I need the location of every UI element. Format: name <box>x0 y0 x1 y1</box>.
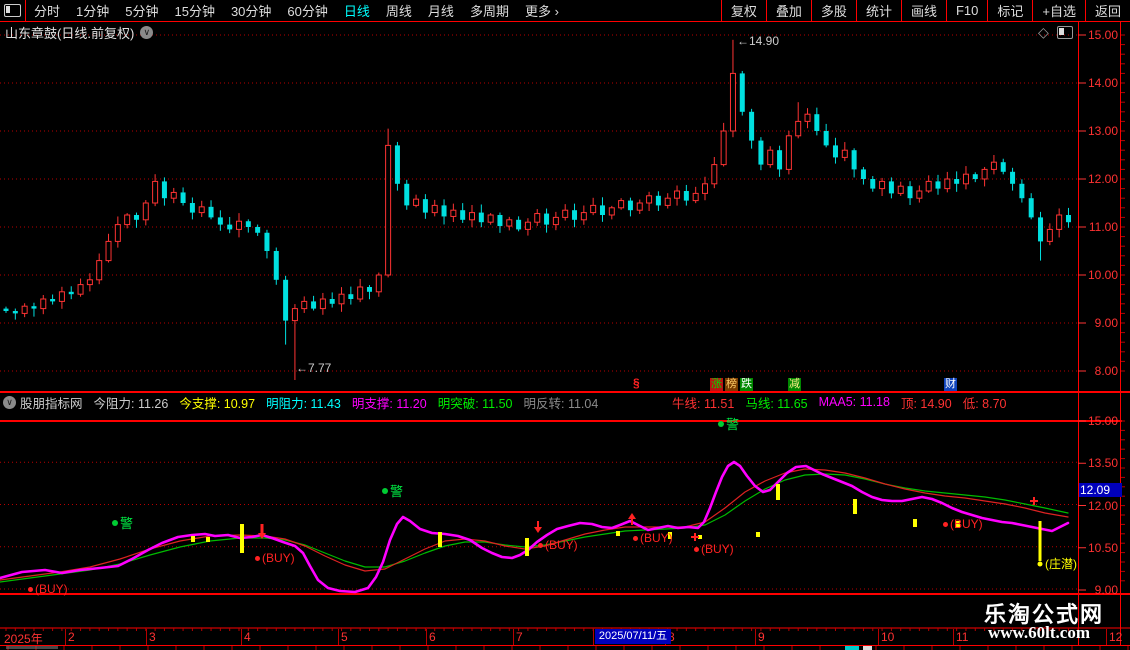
chart-title: 山东章鼓(日线.前复权) <box>5 23 134 42</box>
main-axis-label: 13.00 <box>1080 124 1118 138</box>
indicator-axis-label: 15.00 <box>1080 414 1118 428</box>
corner-icons: ◇ <box>1038 24 1073 41</box>
period-tab-4[interactable]: 30分钟 <box>223 1 279 20</box>
period-tab-0[interactable]: 分时 <box>26 1 68 20</box>
main-axis-label: 14.00 <box>1080 76 1118 90</box>
main-axis-label: 8.00 <box>1080 364 1118 378</box>
toolbar-action-4[interactable]: 画线 <box>901 0 946 21</box>
period-tab-2[interactable]: 5分钟 <box>117 1 166 20</box>
indicator-right-value-0: 牛线: 11.51 <box>672 393 734 412</box>
top-toolbar: 分时1分钟5分钟15分钟30分钟60分钟日线周线月线多周期更多 › 复权叠加多股… <box>0 0 1130 22</box>
time-axis-label-5: 6 <box>429 630 436 644</box>
indicator-value-4: 明支撑: 11.20 <box>352 393 427 412</box>
indicator-value-1: 今阻力: 11.26 <box>94 393 169 412</box>
chevron-down-icon[interactable]: ∨ <box>140 26 153 39</box>
main-axis-label: 10.00 <box>1080 268 1118 282</box>
period-tab-7[interactable]: 周线 <box>378 1 420 20</box>
divider-badge[interactable]: 涨 <box>710 378 723 391</box>
indicator-value-5: 明突破: 11.50 <box>438 393 513 412</box>
diamond-icon[interactable]: ◇ <box>1038 24 1049 41</box>
indicator-axis-label: 10.50 <box>1080 541 1118 555</box>
indicator-value-3: 明阻力: 11.43 <box>266 393 341 412</box>
section-symbol: § <box>633 376 640 390</box>
main-gridlines <box>0 35 1078 589</box>
indicator-header-right: 牛线: 11.51 马线: 11.65 MAA5: 11.18 顶: 14.90 低: … <box>672 394 1017 410</box>
main-axis-label: 11.00 <box>1080 220 1118 234</box>
period-tab-10[interactable]: 更多 › <box>517 1 567 20</box>
indicator-right-value-3: 顶: 14.90 <box>901 393 952 412</box>
time-axis-label-10: 11 <box>956 630 968 644</box>
frame-lines <box>0 22 1130 646</box>
time-axis-label-6: 7 <box>516 630 523 644</box>
indicator-value-2: 今支撑: 10.97 <box>179 393 255 412</box>
indicator-header-left: ∨ 股朋指标网今阻力: 11.26 今支撑: 10.97 明阻力: 11.43 明支撑… <box>3 394 609 410</box>
selected-date-badge: 2025/07/11/五 <box>595 629 671 644</box>
indicator-axis-label: 13.50 <box>1080 456 1118 470</box>
main-axis-label: 12.00 <box>1080 172 1118 186</box>
time-axis-label-8: 9 <box>758 630 765 644</box>
time-axis-label-0: 2025年 <box>4 630 43 647</box>
indicator-right-value-2: MAA5: 11.18 <box>819 395 890 409</box>
app-window: 分时1分钟5分钟15分钟30分钟60分钟日线周线月线多周期更多 › 复权叠加多股… <box>0 0 1130 650</box>
toolbar-action-6[interactable]: 标记 <box>987 0 1032 21</box>
panel-toggle-icon[interactable] <box>1057 26 1073 39</box>
candlestick-series <box>4 40 1071 380</box>
indicator-right-value-1: 马线: 11.65 <box>745 393 807 412</box>
watermark-url: www.60lt.com <box>988 623 1090 643</box>
indicator-axis-label: 12.00 <box>1080 499 1118 513</box>
toolbar-action-1[interactable]: 叠加 <box>766 0 811 21</box>
divider-badge[interactable]: 财 <box>944 378 957 391</box>
toolbar-action-2[interactable]: 多股 <box>811 0 856 21</box>
indicator-name: 股朋指标网 <box>20 393 83 412</box>
series-牛线-red <box>0 469 1068 580</box>
chart-graphics <box>0 0 1130 650</box>
indicator-last-value-badge: 12.09 <box>1079 483 1122 497</box>
toolbar-action-5[interactable]: F10 <box>946 0 987 21</box>
period-tab-5[interactable]: 60分钟 <box>279 1 335 20</box>
period-tab-9[interactable]: 多周期 <box>462 1 517 20</box>
divider-badge[interactable]: 跌 <box>740 378 753 391</box>
indicator-right-value-4: 低: 8.70 <box>963 393 1007 412</box>
toolbar-actions: 复权叠加多股统计画线F10标记+自选返回 <box>721 0 1130 21</box>
divider-badge[interactable]: 减 <box>788 378 801 391</box>
title-bar: 山东章鼓(日线.前复权) ∨ <box>0 22 1074 42</box>
time-axis-label-1: 2 <box>68 630 75 644</box>
window-menu-icon[interactable] <box>0 0 26 21</box>
time-axis-label-9: 10 <box>881 630 894 644</box>
toolbar-action-3[interactable]: 统计 <box>856 0 901 21</box>
indicator-chevron-icon[interactable]: ∨ <box>3 396 16 409</box>
time-axis-label-4: 5 <box>341 630 348 644</box>
indicator-axis-label: 9.00 <box>1080 583 1118 597</box>
toolbar-action-8[interactable]: 返回 <box>1085 0 1130 21</box>
toolbar-action-7[interactable]: +自选 <box>1032 0 1085 21</box>
time-axis-label-11: 12 <box>1109 630 1122 644</box>
clipped-statusbar-fragment <box>845 646 859 650</box>
clipped-statusbar-fragment <box>6 646 58 649</box>
toolbar-action-0[interactable]: 复权 <box>721 0 766 21</box>
divider-badge[interactable]: 榜 <box>725 378 738 391</box>
period-tab-8[interactable]: 月线 <box>420 1 462 20</box>
period-tab-6[interactable]: 日线 <box>336 1 378 20</box>
clipped-statusbar-fragment <box>863 646 872 650</box>
series-马线-green <box>0 474 1068 582</box>
period-tabs: 分时1分钟5分钟15分钟30分钟60分钟日线周线月线多周期更多 › <box>26 0 567 21</box>
period-tab-1[interactable]: 1分钟 <box>68 1 117 20</box>
main-axis-label: 9.00 <box>1080 316 1118 330</box>
indicator-value-6: 明反转: 11.04 <box>524 393 599 412</box>
time-axis-label-2: 3 <box>149 630 156 644</box>
main-axis-label: 15.00 <box>1080 28 1118 42</box>
period-tab-3[interactable]: 15分钟 <box>166 1 222 20</box>
window-icon <box>4 4 21 17</box>
time-axis-label-3: 4 <box>244 630 251 644</box>
